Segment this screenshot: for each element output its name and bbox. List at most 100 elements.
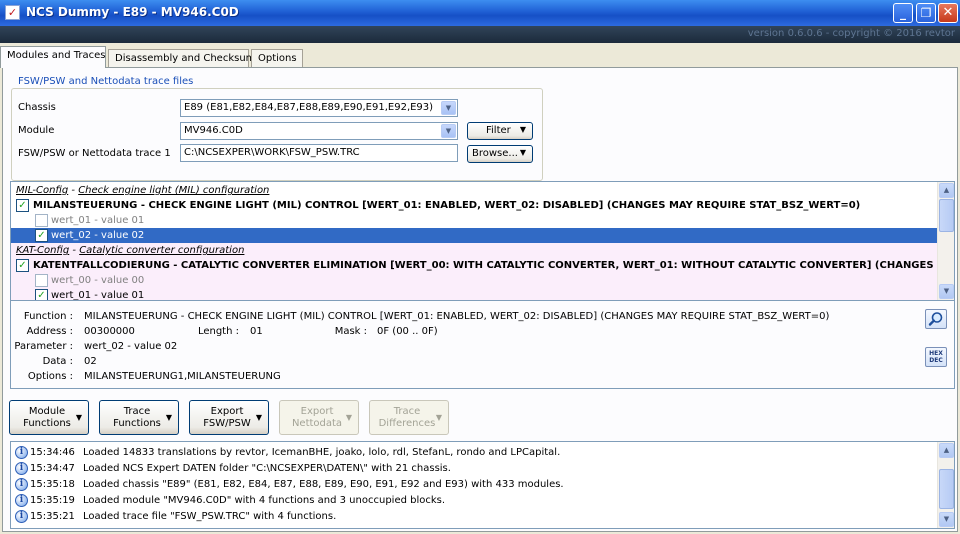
info-icon: i xyxy=(15,494,28,507)
button-label-line2: FSW/PSW xyxy=(203,418,251,429)
filter-button[interactable]: Filter ▼ xyxy=(467,122,533,140)
group-separator: - xyxy=(69,245,80,256)
module-select[interactable]: MV946.C0D ▼ xyxy=(180,122,458,140)
scroll-down-icon[interactable]: ▼ xyxy=(939,284,954,299)
list-group-row: MIL-Config - Check engine light (MIL) co… xyxy=(11,183,938,198)
search-button[interactable] xyxy=(925,309,947,329)
browse-button[interactable]: Browse... ▼ xyxy=(467,145,533,163)
button-label-line1: Module xyxy=(28,406,66,417)
close-button[interactable]: ✕ xyxy=(938,3,958,23)
chassis-select[interactable]: E89 (E81,E82,E84,E87,E88,E89,E90,E91,E92… xyxy=(180,99,458,117)
trace-functions-button[interactable]: Trace Functions ▼ xyxy=(99,400,179,435)
info-icon: i xyxy=(15,446,28,459)
address-label: Address : xyxy=(26,326,73,337)
options-value: MILANSTEUERUNG1,MILANSTEUERUNG xyxy=(84,371,281,382)
dropdown-arrow-icon: ▼ xyxy=(519,125,526,134)
log-scrollbar[interactable]: ▲ ▼ xyxy=(937,442,954,528)
window-title: NCS Dummy - E89 - MV946.C0D xyxy=(26,5,239,19)
hex-label: HEX xyxy=(929,350,943,357)
scroll-down-icon[interactable]: ▼ xyxy=(939,512,954,527)
button-label-line2: Nettodata xyxy=(291,418,343,429)
value-text: wert_01 - value 01 xyxy=(51,290,145,301)
checkbox[interactable]: ✓ xyxy=(16,199,29,212)
dec-label: DEC xyxy=(929,357,943,364)
group-description: Check engine light (MIL) configuration xyxy=(78,185,270,196)
list-scrollbar[interactable]: ▲ ▼ xyxy=(937,182,954,300)
trace-differences-button[interactable]: Trace Differences ▼ xyxy=(369,400,449,435)
browse-label: Browse... xyxy=(472,148,518,159)
module-value: MV946.C0D xyxy=(184,125,243,136)
list-group-row: KAT-Config - Catalytic converter configu… xyxy=(11,243,938,258)
scroll-up-icon[interactable]: ▲ xyxy=(939,443,954,458)
data-label: Data : xyxy=(42,356,73,367)
hex-dec-toggle[interactable]: HEX DEC xyxy=(925,347,947,367)
version-text: version 0.6.0.6 - copyright © 2016 revto… xyxy=(747,28,955,39)
info-icon: i xyxy=(15,462,28,475)
module-label: Module xyxy=(18,125,55,136)
button-label-line1: Trace xyxy=(393,406,421,417)
value-text: wert_00 - value 00 xyxy=(51,275,145,286)
check-icon[interactable]: ✓ xyxy=(5,5,20,20)
chassis-value: E89 (E81,E82,E84,E87,E88,E89,E90,E91,E92… xyxy=(184,102,434,113)
trace-file-input[interactable]: C:\NCSEXPER\WORK\FSW_PSW.TRC xyxy=(180,144,458,162)
list-value-row-selected[interactable]: ✓ wert_02 - value 02 xyxy=(11,228,938,243)
length-value: 01 xyxy=(250,326,263,337)
list-function-row[interactable]: ✓ KATENTFALLCODIERUNG - CATALYTIC CONVER… xyxy=(11,258,938,273)
checkbox[interactable]: ✓ xyxy=(35,229,48,242)
tab-modules-and-traces[interactable]: Modules and Traces xyxy=(0,46,106,68)
tab-disassembly-and-checksums[interactable]: Disassembly and Checksums xyxy=(108,49,261,67)
scroll-thumb[interactable] xyxy=(939,469,954,509)
function-details: Function : MILANSTEUERUNG - CHECK ENGINE… xyxy=(10,301,955,389)
module-functions-button[interactable]: Module Functions ▼ xyxy=(9,400,89,435)
version-bar: version 0.6.0.6 - copyright © 2016 revto… xyxy=(0,26,960,43)
checkbox[interactable]: ✓ xyxy=(16,259,29,272)
checkbox[interactable]: ✓ xyxy=(35,289,48,300)
scroll-up-icon[interactable]: ▲ xyxy=(939,183,954,198)
log-time: 15:34:46 xyxy=(30,447,75,458)
button-label-line2: Functions xyxy=(113,418,161,429)
functions-list[interactable]: MIL-Config - Check engine light (MIL) co… xyxy=(10,181,955,301)
log-time: 15:35:18 xyxy=(30,479,75,490)
list-function-row[interactable]: ✓ MILANSTEUERUNG - CHECK ENGINE LIGHT (M… xyxy=(11,198,938,213)
minimize-button[interactable]: _ xyxy=(893,3,913,23)
parameter-label: Parameter : xyxy=(14,341,73,352)
export-nettodata-button[interactable]: Export Nettodata ▼ xyxy=(279,400,359,435)
log-message: Loaded module "MV946.C0D" with 4 functio… xyxy=(83,495,446,506)
dropdown-arrow-icon: ▼ xyxy=(435,413,442,422)
function-text: MILANSTEUERUNG - CHECK ENGINE LIGHT (MIL… xyxy=(33,200,861,211)
log-panel[interactable]: i 15:34:46 Loaded 14833 translations by … xyxy=(10,441,955,529)
mask-label: Mask : xyxy=(334,326,367,337)
tab-options[interactable]: Options xyxy=(251,49,303,67)
scroll-thumb[interactable] xyxy=(939,199,954,232)
function-text: KATENTFALLCODIERUNG - CATALYTIC CONVERTE… xyxy=(33,260,938,271)
log-message: Loaded NCS Expert DATEN folder "C:\NCSEX… xyxy=(83,463,451,474)
chevron-down-icon[interactable]: ▼ xyxy=(441,101,456,115)
list-value-row[interactable]: wert_00 - value 00 xyxy=(11,273,938,288)
function-label: Function : xyxy=(23,311,73,322)
group-separator: - xyxy=(68,185,79,196)
log-time: 15:35:21 xyxy=(30,511,75,522)
log-time: 15:34:47 xyxy=(30,463,75,474)
trace-file-value: C:\NCSEXPER\WORK\FSW_PSW.TRC xyxy=(184,147,360,158)
function-value: MILANSTEUERUNG - CHECK ENGINE LIGHT (MIL… xyxy=(84,311,830,322)
checkbox[interactable] xyxy=(35,214,48,227)
checkbox[interactable] xyxy=(35,274,48,287)
dropdown-arrow-icon: ▼ xyxy=(345,413,352,422)
data-value: 02 xyxy=(84,356,97,367)
trace-label: FSW/PSW or Nettodata trace 1 xyxy=(18,148,171,159)
chevron-down-icon[interactable]: ▼ xyxy=(441,124,456,138)
export-fsw-psw-button[interactable]: Export FSW/PSW ▼ xyxy=(189,400,269,435)
button-label-line2: Functions xyxy=(23,418,71,429)
list-value-row[interactable]: ✓ wert_01 - value 01 xyxy=(11,288,938,301)
address-value: 00300000 xyxy=(84,326,135,337)
list-value-row[interactable]: wert_01 - value 01 xyxy=(11,213,938,228)
options-label: Options : xyxy=(27,371,73,382)
maximize-button[interactable]: ❐ xyxy=(916,3,936,23)
button-label-line1: Export xyxy=(300,406,334,417)
title-bar: ✓ NCS Dummy - E89 - MV946.C0D _ ❐ ✕ xyxy=(0,0,960,26)
tab-panel: FSW/PSW and Nettodata trace files Chassi… xyxy=(2,67,958,532)
dropdown-arrow-icon: ▼ xyxy=(75,413,82,422)
value-text: wert_02 - value 02 xyxy=(51,230,145,241)
group-name: KAT-Config xyxy=(16,245,70,256)
dropdown-arrow-icon: ▼ xyxy=(165,413,172,422)
